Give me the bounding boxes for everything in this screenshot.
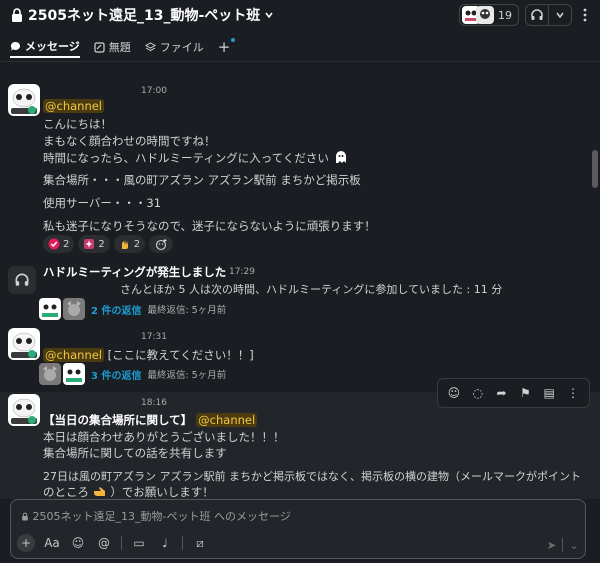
- tab-files[interactable]: ファイル: [144, 36, 204, 58]
- huddle-title: ハドルミーティングが発生しました: [43, 265, 227, 279]
- timestamp[interactable]: 17:31: [141, 332, 167, 342]
- reaction-pill[interactable]: 2: [113, 235, 146, 253]
- thread-last-reply: 最終返信: 5ヶ月前: [147, 305, 227, 316]
- avatar: [39, 298, 61, 320]
- plus-icon[interactable]: +: [17, 534, 35, 552]
- chevron-down-icon: [265, 12, 273, 19]
- composer-toolbar: + Aa ☺ @ ▭ ♩ ⧄: [17, 534, 209, 552]
- mention[interactable]: @channel: [43, 99, 105, 113]
- huddle-button[interactable]: [525, 4, 572, 26]
- bookmark-icon[interactable]: ⚑: [516, 386, 534, 400]
- files-icon: [144, 41, 156, 51]
- headphones-icon[interactable]: [526, 5, 548, 25]
- pointing-hand-emoji-icon: [93, 487, 105, 496]
- add-to-list-icon[interactable]: ▤: [540, 386, 558, 400]
- message-text: 集合場所に関しての話を共有します: [43, 446, 227, 460]
- avatar: [39, 363, 61, 385]
- check-icon: [48, 238, 60, 250]
- message-text: まもなく顔合わせの時間ですね！: [43, 134, 216, 148]
- thread-replies[interactable]: 2 件の返信 最終返信: 5ヶ月前: [39, 298, 226, 320]
- timestamp[interactable]: 17:00: [141, 86, 167, 96]
- message-text: 【当日の集合場所に関して】 @channel: [43, 413, 258, 427]
- members-button[interactable]: 19: [459, 4, 519, 26]
- message-text: 集合場所・・・風の町アズラン アズラン駅前 まちかど掲示板: [43, 173, 361, 187]
- reaction-pill[interactable]: 2: [78, 235, 110, 253]
- reaction-pill[interactable]: 2: [43, 235, 75, 253]
- message-text: のところ ）でお願いします！: [43, 485, 214, 499]
- shortcuts-icon[interactable]: ⧄: [191, 534, 209, 552]
- huddle-avatar: [8, 266, 36, 294]
- avatar: [63, 363, 85, 385]
- thread-reply-count[interactable]: 3 件の返信: [91, 367, 141, 382]
- message-list: 17:00 @channel こんにちは！ まもなく顔合わせの時間ですね！ 時間…: [0, 62, 600, 499]
- thread-replies[interactable]: 3 件の返信 最終返信: 5ヶ月前: [39, 363, 226, 385]
- add-tab-button[interactable]: +: [217, 36, 236, 58]
- lock-icon: [12, 8, 22, 22]
- channel-tabs: メッセージ 無題 ファイル +: [10, 36, 236, 60]
- more-actions-icon[interactable]: ⋮: [564, 386, 582, 400]
- reply-in-thread-icon[interactable]: ◌: [469, 386, 487, 400]
- message-input[interactable]: 2505ネット遠足_13_動物-ペット班 へのメッセージ: [21, 508, 291, 524]
- message-text: こんにちは！: [43, 117, 112, 131]
- timestamp[interactable]: 17:29: [229, 267, 255, 277]
- message-icon: [10, 41, 21, 51]
- avatar: [476, 6, 494, 24]
- message-composer: 2505ネット遠足_13_動物-ペット班 へのメッセージ + Aa ☺ @ ▭ …: [10, 499, 586, 559]
- emoji-icon[interactable]: ☺: [69, 534, 87, 552]
- mention-icon[interactable]: @: [95, 534, 113, 552]
- video-icon[interactable]: ▭: [130, 534, 148, 552]
- format-text-button[interactable]: Aa: [43, 534, 61, 552]
- mention[interactable]: @channel: [196, 413, 258, 427]
- lock-icon: [22, 512, 28, 521]
- forward-icon[interactable]: ➦: [493, 386, 511, 400]
- canvas-icon: [94, 41, 105, 53]
- message-text: @channel [ここに教えてください！！]: [43, 348, 254, 362]
- avatar[interactable]: [8, 394, 40, 426]
- sparkle-icon: [84, 239, 95, 249]
- add-reaction-button[interactable]: [149, 235, 174, 253]
- microphone-icon[interactable]: ♩: [156, 534, 174, 552]
- add-emoji-icon: [155, 238, 167, 250]
- channel-name: 2505ネット遠足_13_動物-ペット班: [28, 8, 261, 24]
- tab-canvas[interactable]: 無題: [94, 36, 131, 58]
- ghost-emoji-icon: [335, 151, 346, 163]
- mention[interactable]: @channel: [43, 348, 105, 362]
- message-text: 私も迷子になりそうなので、迷子にならないように頑張ります！: [43, 219, 376, 233]
- channel-header: 2505ネット遠足_13_動物-ペット班 19 メッセージ 無題 ファイル +: [0, 0, 600, 62]
- send-icon[interactable]: ➤: [547, 538, 557, 552]
- message-text: 時間になったら、ハドルミーティングに入ってください: [43, 150, 349, 166]
- plus-icon: +: [217, 38, 231, 56]
- thread-reply-count[interactable]: 2 件の返信: [91, 302, 141, 317]
- avatar[interactable]: [8, 328, 40, 360]
- hand-icon: [121, 240, 128, 249]
- reaction-bar: 2 2 2: [43, 235, 174, 253]
- message-actions-toolbar: ☺ ◌ ➦ ⚑ ▤ ⋮: [437, 378, 590, 408]
- channel-title[interactable]: 2505ネット遠足_13_動物-ペット班: [10, 4, 274, 26]
- tab-messages[interactable]: メッセージ: [10, 36, 80, 58]
- member-count: 19: [498, 8, 512, 22]
- avatar[interactable]: [8, 84, 40, 116]
- more-options-icon[interactable]: [578, 4, 592, 26]
- message-text: 使用サーバー・・・31: [43, 196, 162, 210]
- headphones-icon: [15, 273, 29, 286]
- send-controls: ➤ ⌄: [547, 538, 579, 552]
- huddle-summary: さんとほか 5 人は次の時間、ハドルミーティングに参加していました : 11 分: [120, 283, 503, 296]
- timestamp[interactable]: 18:16: [141, 398, 167, 408]
- scrollbar-thumb[interactable]: [592, 150, 598, 188]
- add-reaction-icon[interactable]: ☺: [445, 386, 463, 400]
- thread-last-reply: 最終返信: 5ヶ月前: [147, 370, 227, 381]
- avatar: [63, 298, 85, 320]
- schedule-chevron-icon[interactable]: ⌄: [569, 538, 579, 552]
- message-text: 27日は風の町アズラン アズラン駅前 まちかど掲示板ではなく、掲示板の横の建物（…: [43, 470, 581, 483]
- message-text: 本日は顔合わせありがとうございました！！！: [43, 430, 285, 444]
- huddle-menu-chevron-icon[interactable]: [549, 5, 571, 25]
